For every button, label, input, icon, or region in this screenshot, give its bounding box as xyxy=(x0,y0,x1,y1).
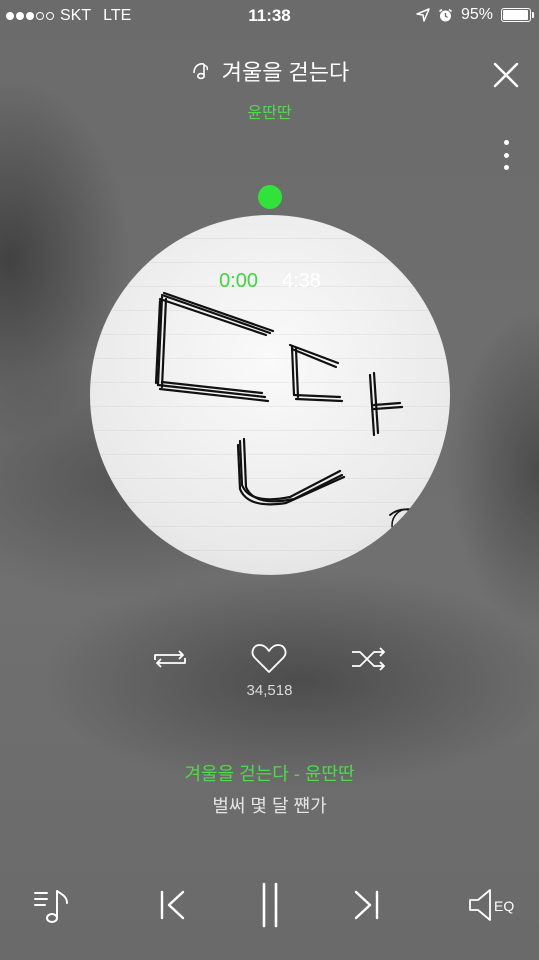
shuffle-icon xyxy=(352,647,385,671)
lyric-current-line[interactable]: 겨울을 걷는다 - 윤딴딴 xyxy=(0,760,539,786)
album-art-disc[interactable]: 0:00 4:38 xyxy=(90,215,450,575)
like-button[interactable] xyxy=(249,642,289,676)
playback-controls: EQ xyxy=(0,880,539,930)
song-header: 겨울을 걷는다 윤딴딴 xyxy=(0,55,539,123)
music-note-icon xyxy=(192,63,208,80)
elapsed-time: 0:00 xyxy=(219,270,258,292)
shuffle-button[interactable] xyxy=(349,642,389,676)
handwritten-album-art xyxy=(154,291,425,542)
song-actions xyxy=(0,642,539,682)
eq-label: EQ xyxy=(494,898,514,914)
previous-button[interactable] xyxy=(150,880,194,930)
previous-track-icon xyxy=(160,890,185,920)
equalizer-button[interactable]: EQ xyxy=(466,880,518,930)
close-button[interactable] xyxy=(491,60,521,90)
playlist-icon xyxy=(34,890,68,923)
speaker-eq-icon: EQ xyxy=(469,889,514,921)
artist-name[interactable]: 윤딴딴 xyxy=(0,99,539,123)
playlist-button[interactable] xyxy=(28,880,78,930)
repeat-button[interactable] xyxy=(150,642,190,676)
status-bar: SKT LTE 11:38 95% xyxy=(0,0,539,32)
next-track-icon xyxy=(354,890,379,920)
repeat-icon xyxy=(154,650,186,668)
pause-icon xyxy=(262,882,278,928)
more-options-button[interactable] xyxy=(501,140,511,170)
lyric-next-line[interactable]: 벌써 몇 달 쨴가 xyxy=(0,792,539,818)
battery-icon xyxy=(501,8,534,22)
song-title: 겨울을 걷는다 xyxy=(221,60,350,85)
heart-icon xyxy=(251,644,287,673)
like-count: 34,518 xyxy=(246,682,293,699)
pause-button[interactable] xyxy=(248,880,292,930)
more-vertical-icon xyxy=(503,140,509,145)
location-arrow-icon xyxy=(416,8,430,22)
progress-handle[interactable] xyxy=(258,185,282,209)
total-duration: 4:38 xyxy=(282,270,321,292)
battery-percent: 95% xyxy=(460,6,493,23)
close-icon xyxy=(493,62,519,88)
next-button[interactable] xyxy=(345,880,389,930)
alarm-clock-icon xyxy=(438,8,452,21)
